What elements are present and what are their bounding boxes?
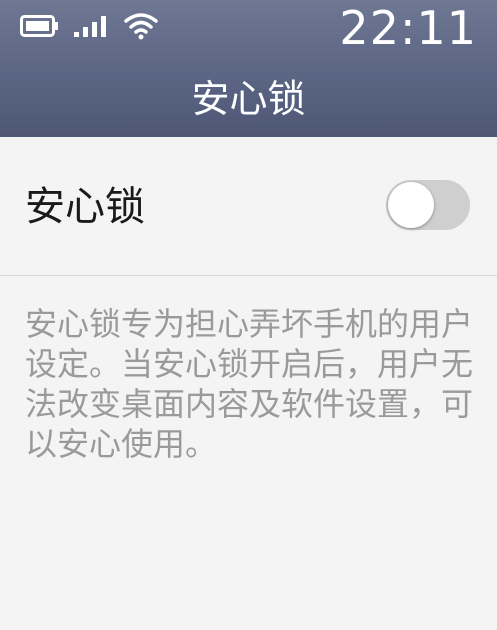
status-time: 22:11 [339,1,477,55]
top-bar: 22:11 安心锁 [0,0,497,137]
status-bar: 22:11 [0,0,497,54]
divider [0,275,497,276]
description-text: 安心锁专为担心弄坏手机的用户设定。当安心锁开启后，用户无法改变桌面内容及软件设置… [25,305,474,463]
toggle-knob [388,182,434,228]
wifi-icon [123,10,159,40]
page-title: 安心锁 [191,77,306,121]
setting-row-peace-lock[interactable]: 安心锁 [0,137,497,275]
screen: 22:11 安心锁 安心锁 安心锁专为担心弄坏手机的用户设定。当安心锁开启后，用… [0,0,497,630]
setting-label: 安心锁 [25,184,145,230]
peace-lock-toggle[interactable] [386,180,470,230]
battery-icon [20,14,60,38]
signal-icon [73,14,113,38]
